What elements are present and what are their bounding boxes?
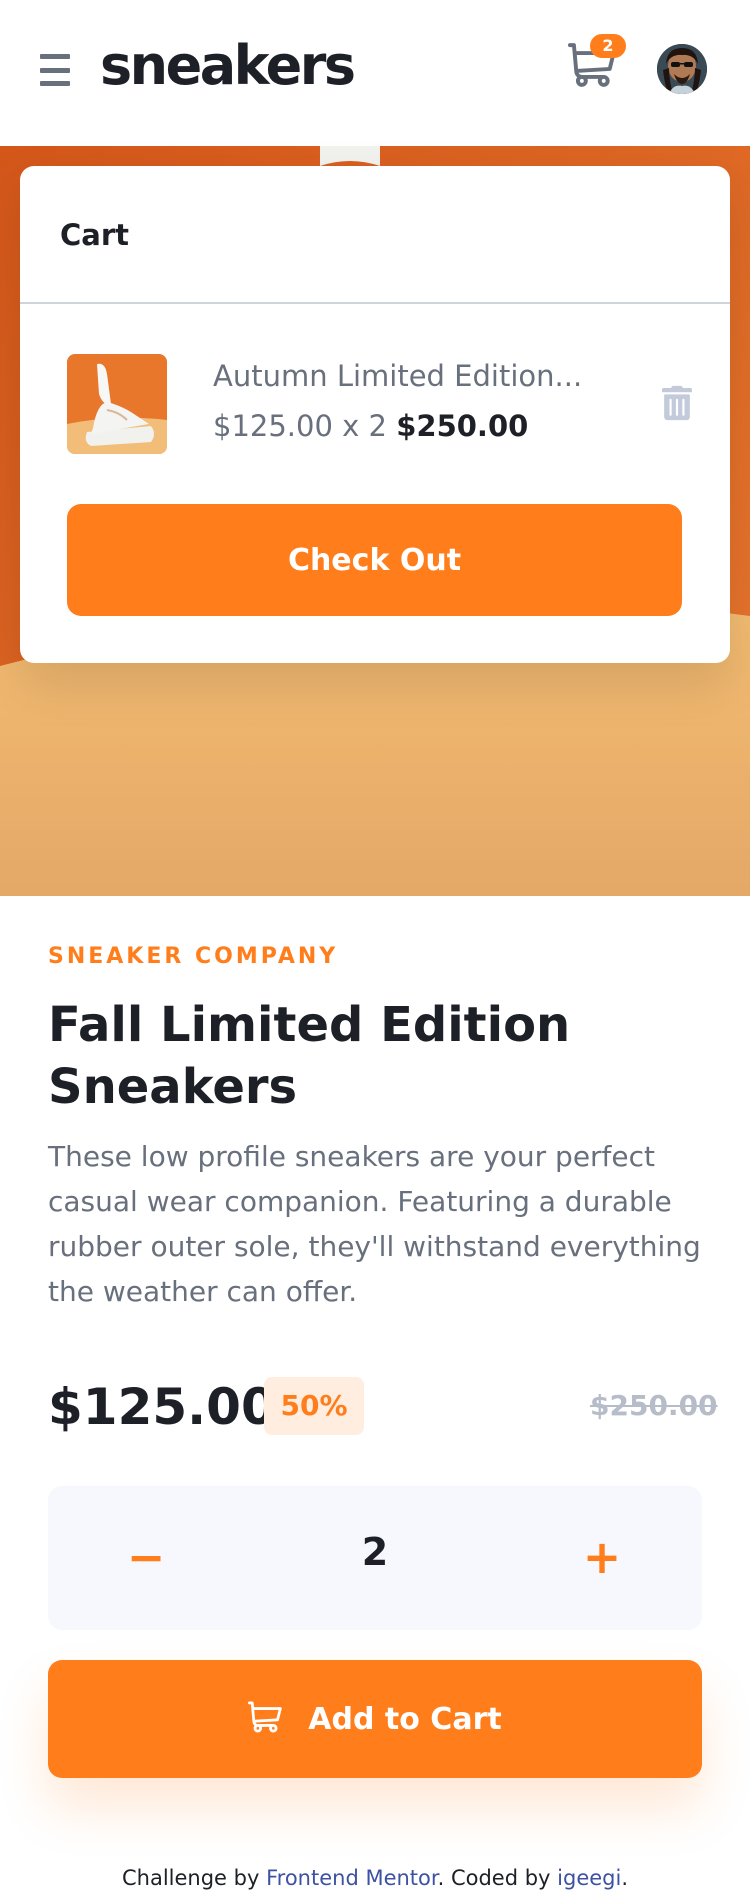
cart-item-unit-price: $125.00 — [213, 409, 333, 443]
author-link[interactable]: igeegi — [557, 1866, 621, 1890]
cart-item-price-line: $125.00 x 2 $250.00 — [213, 409, 528, 443]
footer-suffix: . — [621, 1866, 629, 1890]
cart-item-times: x — [342, 409, 360, 443]
product-description: These low profile sneakers are your perf… — [48, 1140, 701, 1308]
logo[interactable]: sneakers — [100, 34, 356, 97]
cart-count-badge: 2 — [590, 34, 626, 58]
delete-icon[interactable] — [662, 385, 692, 421]
cart-item-total: $250.00 — [396, 409, 529, 443]
add-to-cart-button[interactable]: Add to Cart — [48, 1660, 702, 1778]
cart-icon — [248, 1701, 283, 1737]
add-to-cart-label: Add to Cart — [308, 1701, 502, 1737]
quantity-value: 2 — [361, 1530, 389, 1574]
current-price: $125.00 — [48, 1378, 276, 1436]
cart-title: Cart — [60, 218, 130, 252]
original-price: $250.00 — [590, 1389, 718, 1422]
cart-item-quantity: 2 — [368, 409, 387, 443]
attribution-footer: Challenge by Frontend Mentor. Coded by i… — [0, 1866, 750, 1890]
quantity-stepper: − 2 + — [48, 1486, 702, 1630]
footer-prefix: Challenge by — [121, 1866, 267, 1890]
footer-middle: . Coded by — [437, 1866, 558, 1890]
menu-icon[interactable] — [40, 54, 70, 86]
product-title: Fall Limited Edition Sneakers — [48, 997, 571, 1115]
cart-item-thumbnail — [67, 354, 167, 454]
cart-divider — [20, 302, 730, 304]
avatar[interactable] — [657, 44, 707, 94]
site-header: sneakers 2 — [0, 0, 750, 146]
cart-item-name: Autumn Limited Edition... — [213, 359, 583, 393]
decrease-quantity-button[interactable]: − — [116, 1528, 176, 1588]
cart-dropdown: Cart Autumn Limited Edition... $125.00 x… — [20, 166, 730, 663]
checkout-button[interactable]: Check Out — [67, 504, 682, 616]
frontend-mentor-link[interactable]: Frontend Mentor — [266, 1866, 438, 1890]
increase-quantity-button[interactable]: + — [572, 1528, 632, 1588]
discount-badge: 50% — [264, 1377, 364, 1435]
company-label: SNEAKER COMPANY — [48, 944, 339, 969]
